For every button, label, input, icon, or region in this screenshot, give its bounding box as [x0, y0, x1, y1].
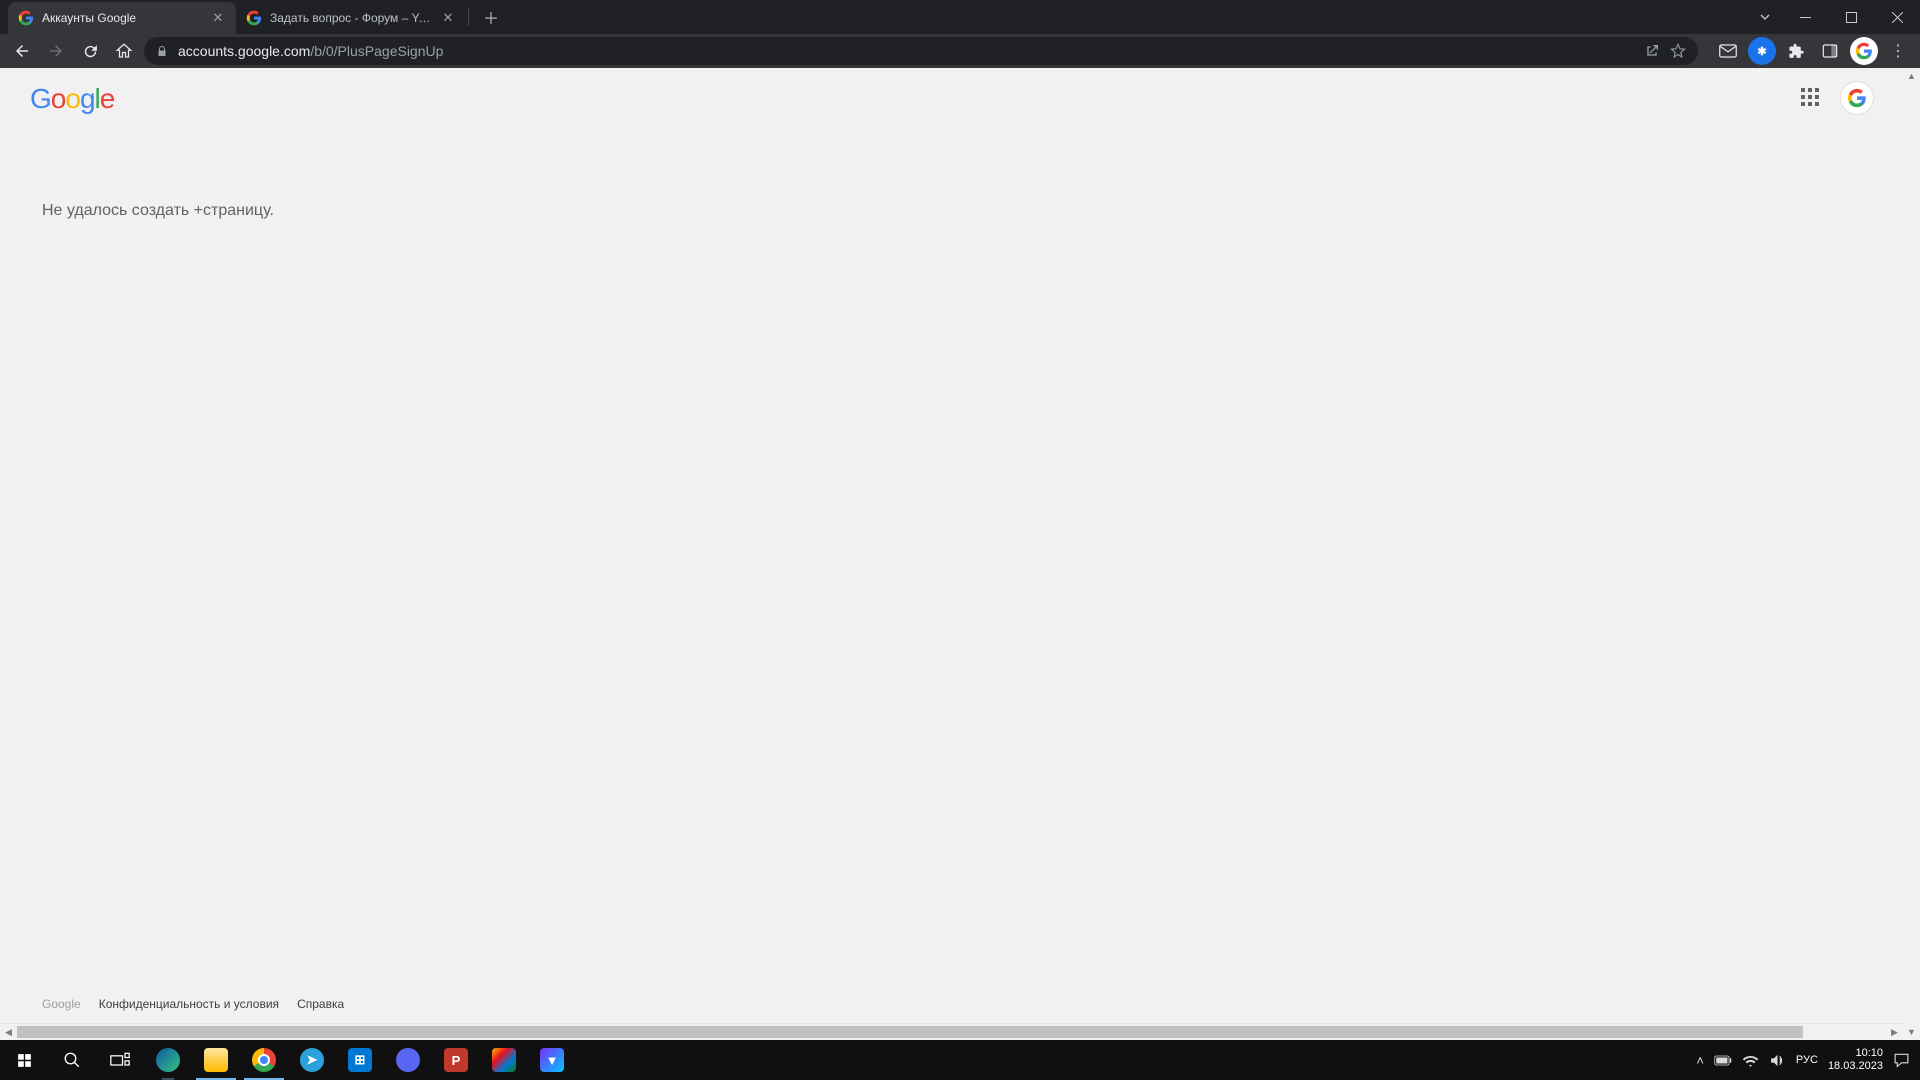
taskbar-app-discord[interactable]: [384, 1040, 432, 1080]
google-apps-icon[interactable]: [1801, 88, 1821, 108]
browser-tab[interactable]: Задать вопрос - Форум – YouTu ✕: [236, 2, 466, 34]
address-bar[interactable]: accounts.google.com/b/0/PlusPageSignUp: [144, 37, 1698, 65]
share-icon[interactable]: [1644, 43, 1660, 59]
google-logo[interactable]: Google: [30, 83, 114, 113]
tab-separator: [468, 8, 469, 26]
scroll-down-icon[interactable]: ▼: [1907, 1024, 1916, 1040]
window-close-button[interactable]: [1874, 0, 1920, 34]
footer-brand: Google: [42, 997, 81, 1011]
browser-viewport: Google Не удалось создать +страницу. Goo…: [0, 68, 1920, 1040]
account-avatar[interactable]: [1841, 82, 1873, 114]
scroll-right-icon[interactable]: ▶: [1886, 1024, 1903, 1040]
lock-icon: [156, 45, 168, 58]
browser-tab-strip: Аккаунты Google ✕ Задать вопрос - Форум …: [0, 0, 1920, 34]
profile-avatar-button[interactable]: [1850, 37, 1878, 65]
scroll-left-icon[interactable]: ◀: [0, 1024, 17, 1040]
extension-mail-icon[interactable]: [1714, 37, 1742, 65]
horizontal-scrollbar[interactable]: ◀ ▶: [0, 1023, 1903, 1040]
scroll-thumb[interactable]: [17, 1026, 1803, 1038]
tray-volume-icon[interactable]: [1769, 1053, 1786, 1068]
toolbar-right-cluster: ✱ ⋮: [1714, 37, 1912, 65]
taskbar-app-explorer[interactable]: [192, 1040, 240, 1080]
tab-close-icon[interactable]: ✕: [440, 10, 456, 26]
footer-privacy-link[interactable]: Конфиденциальность и условия: [99, 997, 279, 1011]
tray-time: 10:10: [1828, 1047, 1883, 1060]
taskbar-app-edge[interactable]: [144, 1040, 192, 1080]
window-maximize-button[interactable]: [1828, 0, 1874, 34]
extensions-button[interactable]: [1782, 37, 1810, 65]
tray-battery-icon[interactable]: [1714, 1055, 1732, 1066]
tray-date: 18.03.2023: [1828, 1060, 1883, 1073]
taskbar-app-chrome[interactable]: [240, 1040, 288, 1080]
nav-forward-button[interactable]: [42, 37, 70, 65]
browser-toolbar: accounts.google.com/b/0/PlusPageSignUp ✱: [0, 34, 1920, 68]
start-button[interactable]: [0, 1040, 48, 1080]
tab-close-icon[interactable]: ✕: [210, 10, 226, 26]
page-footer: Google Конфиденциальность и условия Спра…: [0, 985, 1903, 1023]
vertical-scrollbar[interactable]: ▲ ▼: [1903, 68, 1920, 1040]
window-minimize-button[interactable]: [1782, 0, 1828, 34]
tray-wifi-icon[interactable]: [1742, 1054, 1759, 1067]
tray-chevron-icon[interactable]: ˄: [1696, 1053, 1704, 1068]
windows-taskbar: ➤ ⊞ P ▼ ˄ РУС 10:10 18: [0, 1040, 1920, 1080]
google-favicon-icon: [246, 10, 262, 26]
scroll-up-icon[interactable]: ▲: [1907, 68, 1916, 84]
tab-search-chevron-icon[interactable]: [1748, 0, 1782, 34]
url-text: accounts.google.com/b/0/PlusPageSignUp: [178, 43, 1634, 59]
bookmark-star-icon[interactable]: [1670, 43, 1686, 59]
extension-blue-icon[interactable]: ✱: [1748, 37, 1776, 65]
page-content: Google Не удалось создать +страницу. Goo…: [0, 68, 1903, 1023]
footer-help-link[interactable]: Справка: [297, 997, 344, 1011]
google-favicon-icon: [18, 10, 34, 26]
error-message: Не удалось создать +страницу.: [0, 128, 1903, 220]
taskbar-app-telegram[interactable]: ➤: [288, 1040, 336, 1080]
taskbar-app-calculator[interactable]: ⊞: [336, 1040, 384, 1080]
google-header: Google: [0, 68, 1903, 128]
task-view-button[interactable]: [96, 1040, 144, 1080]
tab-title: Задать вопрос - Форум – YouTu: [270, 11, 432, 25]
taskbar-search-button[interactable]: [48, 1040, 96, 1080]
url-host: accounts.google.com: [178, 43, 310, 59]
url-path: /b/0/PlusPageSignUp: [310, 43, 443, 59]
taskbar-app-msstore[interactable]: [480, 1040, 528, 1080]
tray-clock[interactable]: 10:10 18.03.2023: [1828, 1047, 1883, 1073]
new-tab-button[interactable]: ＋: [477, 3, 505, 31]
browser-menu-button[interactable]: ⋮: [1884, 41, 1912, 61]
tray-notifications-icon[interactable]: [1893, 1052, 1910, 1068]
tab-title: Аккаунты Google: [42, 11, 202, 25]
taskbar-app-p[interactable]: P: [432, 1040, 480, 1080]
taskbar-app-v[interactable]: ▼: [528, 1040, 576, 1080]
nav-home-button[interactable]: [110, 37, 138, 65]
side-panel-icon[interactable]: [1816, 37, 1844, 65]
nav-back-button[interactable]: [8, 37, 36, 65]
window-controls: [1748, 0, 1920, 34]
tray-language[interactable]: РУС: [1796, 1054, 1818, 1066]
browser-tab-active[interactable]: Аккаунты Google ✕: [8, 2, 236, 34]
nav-reload-button[interactable]: [76, 37, 104, 65]
